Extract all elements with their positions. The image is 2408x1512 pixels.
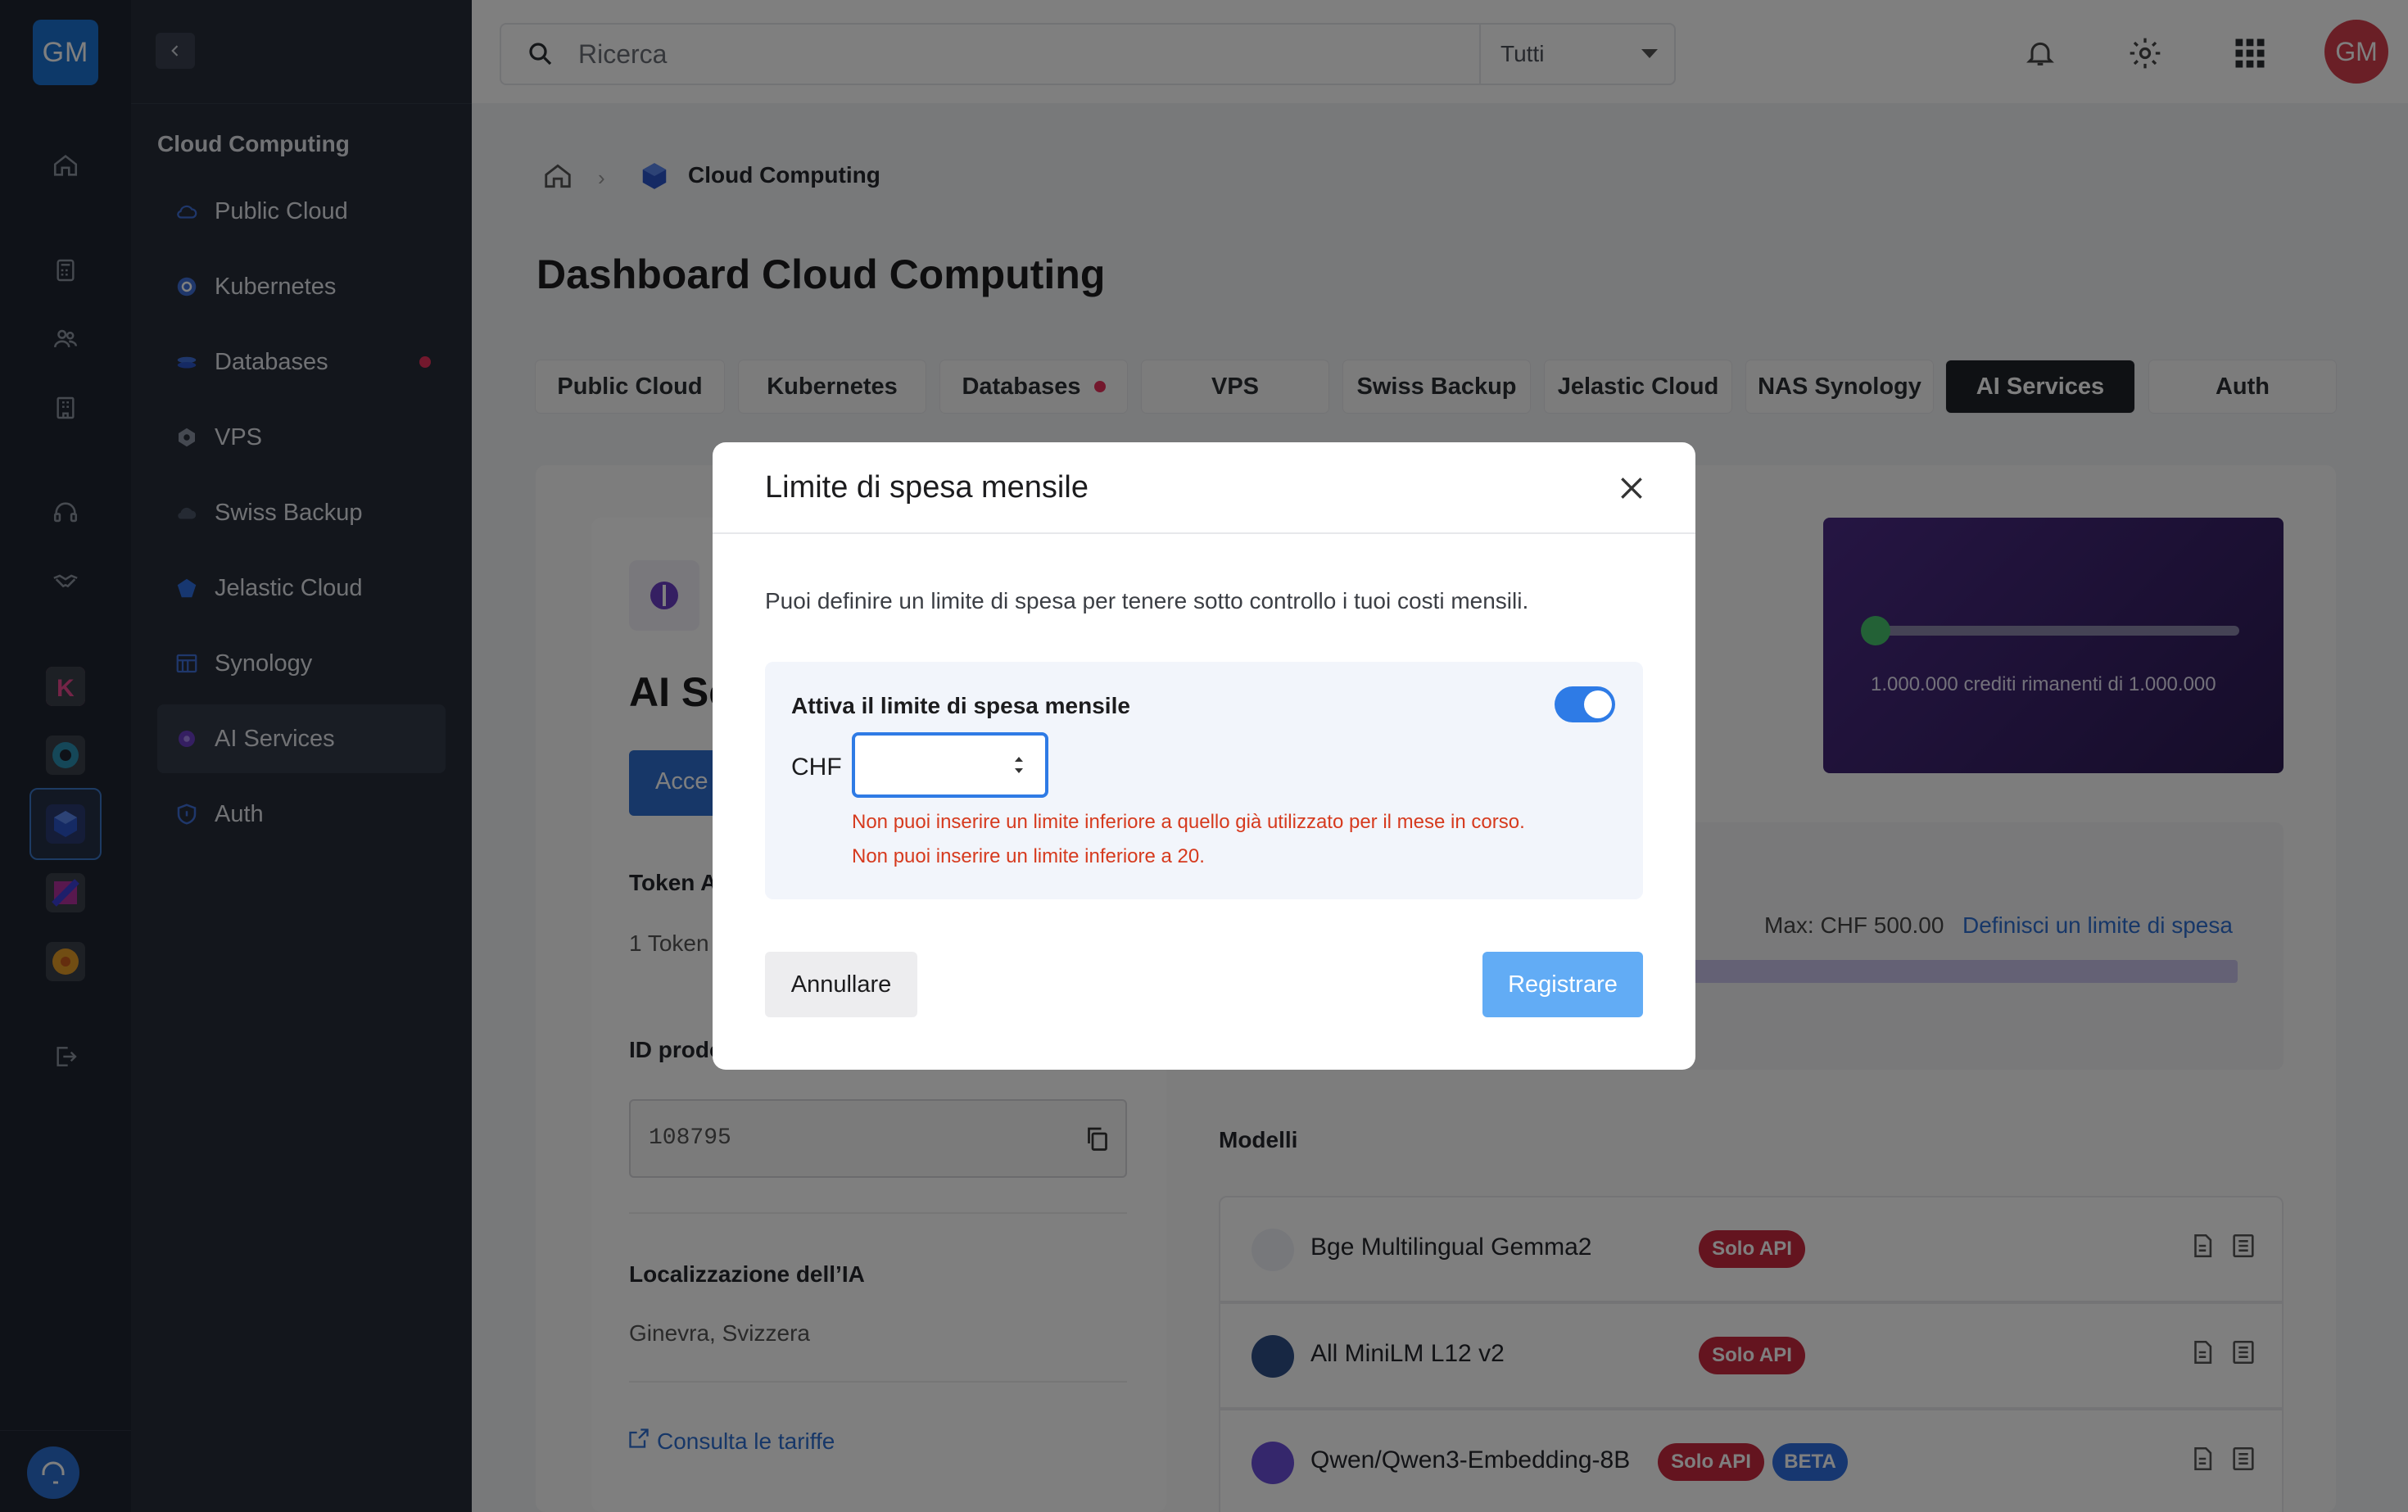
error-message: Non puoi inserire un limite inferiore a … [852, 845, 1205, 867]
limit-settings-box: Attiva il limite di spesa mensile CHF No… [765, 662, 1643, 899]
save-button[interactable]: Registrare [1482, 952, 1643, 1017]
spending-limit-modal: Limite di spesa mensile Puoi definire un… [713, 442, 1695, 1070]
error-message: Non puoi inserire un limite inferiore a … [852, 811, 1525, 833]
number-stepper-icon[interactable] [1012, 750, 1025, 780]
modal-title: Limite di spesa mensile [765, 470, 1089, 505]
toggle-knob [1584, 690, 1612, 718]
limit-toggle[interactable] [1555, 686, 1615, 722]
toggle-label: Attiva il limite di spesa mensile [791, 693, 1130, 718]
limit-amount-input[interactable] [852, 732, 1048, 798]
close-icon[interactable] [1610, 467, 1653, 509]
modal-description: Puoi definire un limite di spesa per ten… [765, 588, 1529, 613]
cancel-button[interactable]: Annullare [765, 952, 917, 1017]
currency-label: CHF [791, 754, 842, 781]
